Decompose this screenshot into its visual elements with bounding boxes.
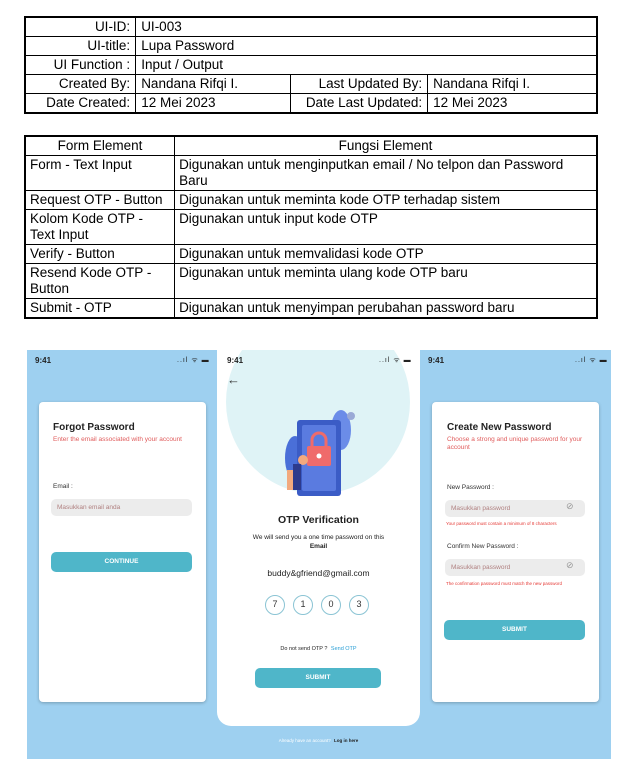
created-by-value: Nandana Rifqi I.: [135, 74, 291, 94]
row-function: Digunakan untuk menyimpan perubahan pass…: [174, 298, 598, 319]
otp-screen: 9:41 ..ıl ᯤ ▬ ← OTP Verification We will…: [217, 350, 420, 726]
otp-digit[interactable]: 0: [321, 595, 341, 615]
status-icons-otp: ..ıl ᯤ ▬: [379, 357, 412, 364]
ui-title-value: Lupa Password: [135, 36, 598, 56]
ui-title-label: UI-title:: [24, 36, 137, 56]
create-password-card: Create New Password Choose a strong and …: [432, 402, 599, 702]
ui-function-value: Input / Output: [135, 55, 598, 75]
confirm-password-error: The confirmation password must match the…: [446, 581, 563, 586]
date-last-updated-label: Date Last Updated:: [289, 93, 429, 114]
date-last-updated-value: 12 Mei 2023: [427, 93, 598, 114]
create-title: Create New Password: [447, 422, 552, 433]
continue-button[interactable]: CONTINUE: [51, 552, 192, 572]
otp-email: buddy&gfriend@gmail.com: [267, 568, 370, 578]
meta-table: UI-ID: UI-003 UI-title: Lupa Password UI F…: [24, 16, 598, 114]
last-updated-by-value: Nandana Rifqi I.: [427, 74, 598, 94]
row-element: Resend Kode OTP - Button: [24, 263, 176, 299]
last-updated-by-label: Last Updated By:: [289, 74, 429, 94]
table-row: Kolom Kode OTP - Text Input Digunakan unt…: [24, 209, 598, 245]
date-created-value: 12 Mei 2023: [135, 93, 291, 114]
row-element: Form - Text Input: [24, 155, 176, 191]
status-time-otp: 9:41: [227, 356, 244, 365]
login-link[interactable]: Log in here: [334, 738, 358, 743]
status-time-create: 9:41: [428, 356, 445, 365]
row-function: Digunakan untuk input kode OTP: [174, 209, 598, 245]
table-row: Verify - Button Digunakan untuk memvalida…: [24, 244, 598, 264]
table-row: Form - Text Input Digunakan untuk menginp…: [24, 155, 598, 191]
otp-title: OTP Verification: [278, 514, 359, 526]
login-row: Already have an account? Log in here: [217, 738, 420, 743]
row-element: Submit - OTP: [24, 298, 176, 319]
lock-key-illustration: [285, 410, 355, 496]
status-time: 9:41: [35, 356, 52, 365]
row-element: Request OTP - Button: [24, 190, 176, 210]
ui-id-label: UI-ID:: [24, 16, 137, 37]
email-input[interactable]: Masukkan email anda: [51, 499, 192, 516]
eye-slash-icon[interactable]: ⊘: [566, 560, 574, 571]
eye-slash-icon[interactable]: ⊘: [566, 501, 574, 512]
table-row: Resend Kode OTP - Button Digunakan untuk …: [24, 263, 598, 299]
new-password-error: Your password must contain a minimum of …: [446, 521, 557, 526]
new-password-label: New Password :: [447, 484, 494, 491]
status-icons-create: ..ıl ᯤ ▬: [575, 357, 608, 364]
create-submit-button[interactable]: SUBMIT: [444, 620, 585, 640]
row-function: Digunakan untuk meminta ulang kode OTP b…: [174, 263, 598, 299]
new-password-input[interactable]: Masukkan password: [445, 500, 585, 517]
resend-question: Do not send OTP ?: [280, 646, 328, 652]
ui-function-label: UI Function :: [24, 55, 137, 75]
forgot-password-card: Forgot Password Enter the email associat…: [39, 402, 206, 702]
back-arrow-icon[interactable]: ←: [227, 372, 240, 387]
table-row: Submit - OTP Digunakan untuk menyimpan pe…: [24, 298, 598, 319]
otp-digit[interactable]: 1: [293, 595, 313, 615]
header-fungsi-element: Fungsi Element: [174, 135, 598, 156]
otp-digit[interactable]: 7: [265, 595, 285, 615]
resend-row: Do not send OTP ? Send OTP: [217, 646, 420, 652]
ui-id-value: UI-003: [135, 16, 598, 37]
table-row: Request OTP - Button Digunakan untuk memi…: [24, 190, 598, 210]
forgot-subtitle: Enter the email associated with your acc…: [53, 436, 182, 443]
date-created-label: Date Created:: [24, 93, 137, 114]
send-otp-link[interactable]: Send OTP: [331, 646, 357, 652]
login-question: Already have an account?: [278, 738, 331, 743]
forgot-title: Forgot Password: [53, 422, 135, 433]
mockup-screens: 9:41 ..ıl ᯤ ▬ Forgot Password Enter the …: [27, 350, 611, 759]
status-icons: ..ıl ᯤ ▬: [177, 357, 210, 364]
function-table: Form Element Fungsi Element Form - Text …: [24, 135, 598, 319]
otp-desc-email: Email: [309, 543, 328, 550]
confirm-password-label: Confirm New Password :: [447, 543, 519, 550]
created-by-label: Created By:: [24, 74, 137, 94]
row-element: Verify - Button: [24, 244, 176, 264]
row-element: Kolom Kode OTP - Text Input: [24, 209, 176, 245]
confirm-password-input[interactable]: Masukkan password: [445, 559, 585, 576]
otp-submit-button[interactable]: SUBMIT: [255, 668, 381, 688]
create-subtitle: Choose a strong and unique password for …: [447, 436, 583, 451]
header-form-element: Form Element: [24, 135, 176, 156]
otp-desc: We will send you a one time password on …: [252, 534, 385, 541]
row-function: Digunakan untuk meminta kode OTP terhada…: [174, 190, 598, 210]
row-function: Digunakan untuk memvalidasi kode OTP: [174, 244, 598, 264]
row-function: Digunakan untuk menginputkan email / No …: [174, 155, 598, 191]
email-label: Email :: [53, 483, 73, 490]
otp-digit[interactable]: 3: [349, 595, 369, 615]
